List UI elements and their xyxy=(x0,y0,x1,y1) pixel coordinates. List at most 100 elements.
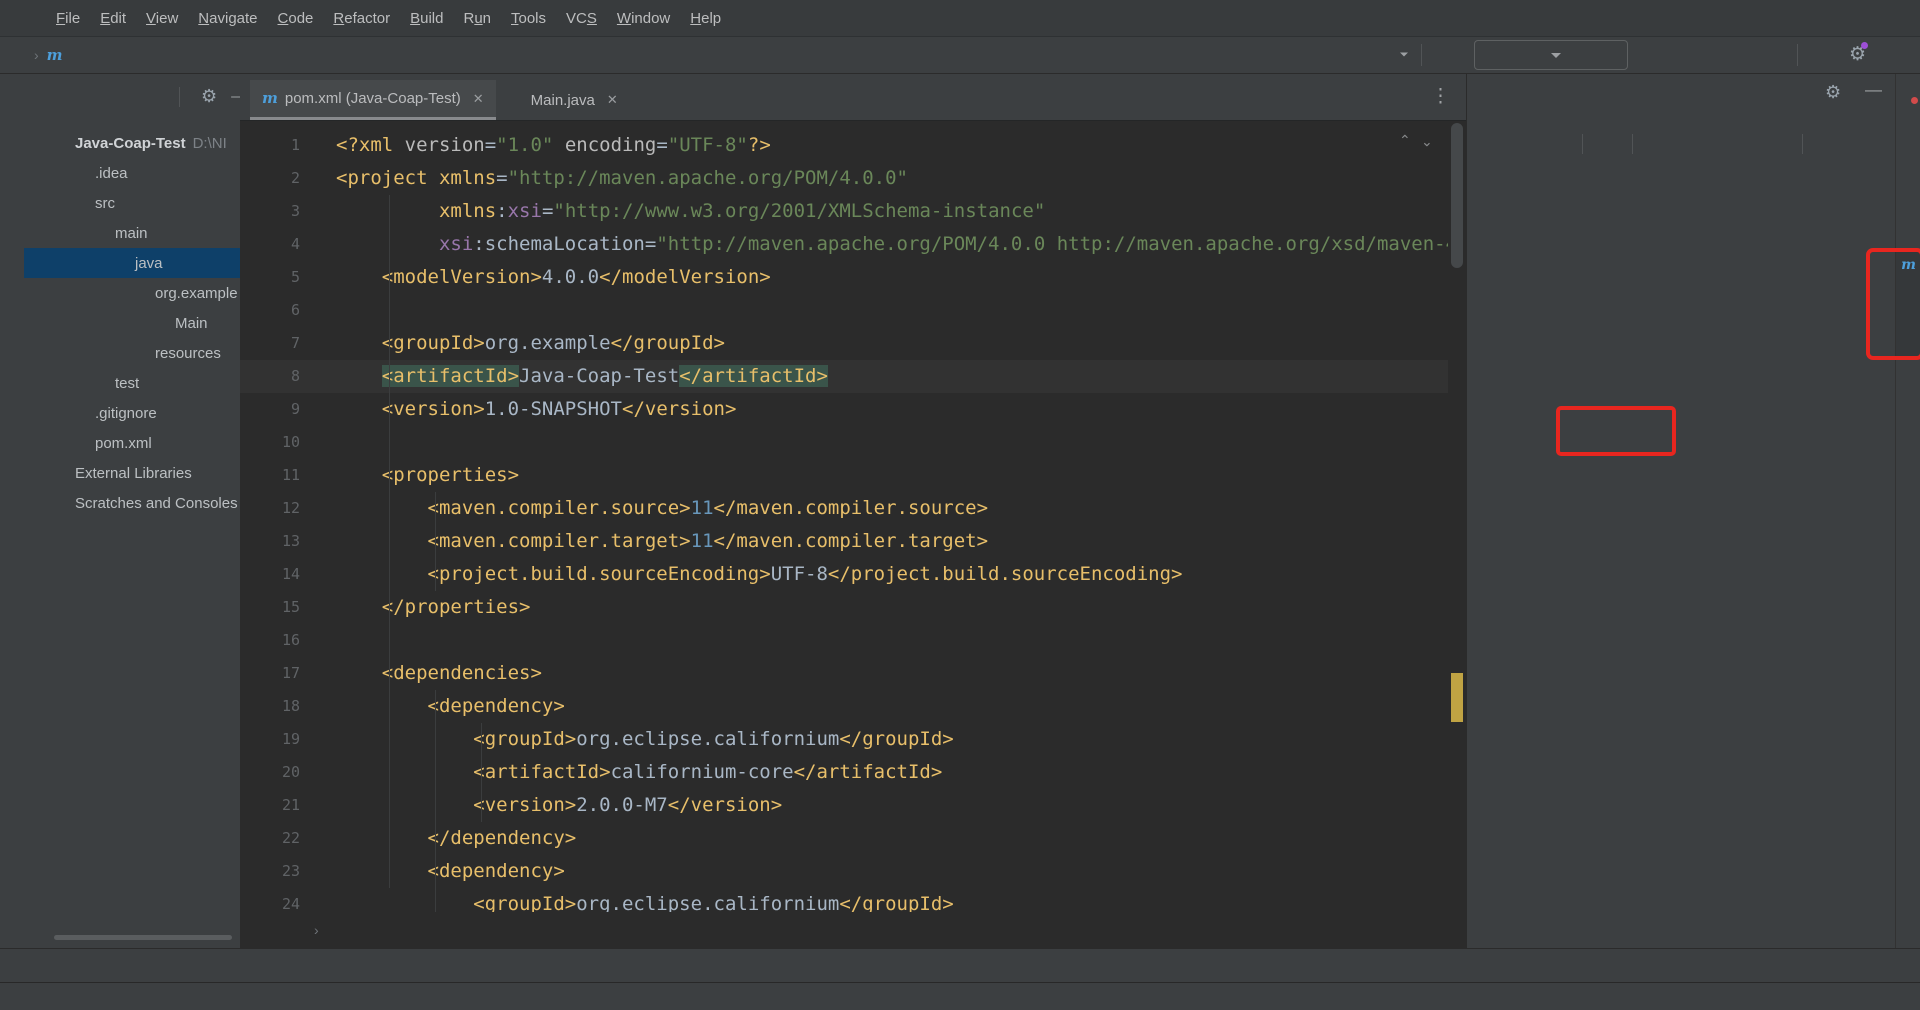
more-tabs-icon[interactable]: ⋮ xyxy=(1431,85,1450,108)
reload-icon[interactable] xyxy=(1485,135,1503,153)
debug-button[interactable] xyxy=(1684,45,1702,68)
tree-item--gitignore[interactable]: .gitignore xyxy=(24,398,240,428)
tree-item-org-example[interactable]: org.example xyxy=(24,278,240,308)
fold-gutter[interactable] xyxy=(312,657,336,690)
menu-view[interactable]: View xyxy=(136,10,188,27)
code-line-15[interactable]: 15 </properties> xyxy=(240,591,1448,624)
hide-panel-button[interactable]: — xyxy=(1865,80,1882,100)
code-line-22[interactable]: 22 </dependency> xyxy=(240,822,1448,855)
tree-item-java[interactable]: java xyxy=(24,248,240,278)
code-line-19[interactable]: 19 <groupId>org.eclipse.californium</gro… xyxy=(240,723,1448,756)
horizontal-scrollbar[interactable] xyxy=(54,935,232,940)
skip-tests-icon[interactable] xyxy=(1705,135,1723,153)
code-line-6[interactable]: 6 xyxy=(240,294,1448,327)
code-line-4[interactable]: 4 xsi:schemaLocation="http://maven.apach… xyxy=(240,228,1448,261)
code-line-16[interactable]: 16 xyxy=(240,624,1448,657)
code-line-21[interactable]: 21 <version>2.0.0-M7</version> xyxy=(240,789,1448,822)
collapse-all2-icon[interactable] xyxy=(1765,135,1783,153)
next-warning-button[interactable]: ⌃ xyxy=(1421,132,1433,149)
tree-item-main[interactable]: main xyxy=(24,218,240,248)
intention-bulb-icon[interactable] xyxy=(392,367,410,385)
menu-file[interactable]: File xyxy=(46,10,90,27)
code-line-13[interactable]: 13 <maven.compiler.target>11</maven.comp… xyxy=(240,525,1448,558)
menu-code[interactable]: Code xyxy=(268,10,324,27)
code-line-20[interactable]: 20 <artifactId>californium-core</artifac… xyxy=(240,756,1448,789)
editor-scrollbar[interactable] xyxy=(1448,120,1466,912)
search-everywhere-button[interactable] xyxy=(1810,45,1828,68)
tool-window-switcher-icon[interactable] xyxy=(26,988,42,1004)
menu-build[interactable]: Build xyxy=(400,10,453,27)
code-line-9[interactable]: 9 <version>1.0-SNAPSHOT</version> xyxy=(240,393,1448,426)
code-editor[interactable]: 1 <?xml version="1.0" encoding="UTF-8"?>… xyxy=(240,120,1448,912)
menu-tools[interactable]: Tools xyxy=(501,10,556,27)
expand-all-icon[interactable] xyxy=(108,88,126,106)
profiler-button[interactable] xyxy=(1723,45,1741,68)
execute-goal-icon[interactable] xyxy=(1675,135,1693,153)
code-line-18[interactable]: 18 <dependency> xyxy=(240,690,1448,723)
prev-warning-button[interactable]: ⌃ xyxy=(1399,132,1411,149)
code-line-14[interactable]: 14 <project.build.sourceEncoding>UTF-8</… xyxy=(240,558,1448,591)
code-line-11[interactable]: 11 <properties> xyxy=(240,459,1448,492)
lock-icon[interactable] xyxy=(1788,987,1804,1003)
settings-button[interactable]: ⚙ xyxy=(1849,45,1866,65)
menu-navigate[interactable]: Navigate xyxy=(188,10,267,27)
maximize-button[interactable] xyxy=(1784,0,1852,36)
warning-stripe-mark[interactable] xyxy=(1451,673,1463,722)
fold-gutter[interactable] xyxy=(312,690,336,723)
opt-square-icon[interactable] xyxy=(44,88,62,106)
fold-gutter[interactable] xyxy=(312,591,336,624)
tree-item-resources[interactable]: resources xyxy=(24,338,240,368)
code-line-8[interactable]: 8 <artifactId>Java-Coap-Test</artifactId… xyxy=(240,360,1448,393)
tree-item-external-libraries[interactable]: External Libraries xyxy=(24,458,240,488)
menu-help[interactable]: Help xyxy=(680,10,731,27)
tree-item-scratches-and-consoles[interactable]: Scratches and Consoles xyxy=(24,488,240,518)
tree-item-src[interactable]: src xyxy=(24,188,240,218)
sidebar-item-project[interactable] xyxy=(0,96,24,114)
minimize-button[interactable] xyxy=(1716,0,1784,36)
tree-item-main[interactable]: Main xyxy=(24,308,240,338)
run-dim-icon[interactable] xyxy=(1645,135,1663,153)
tree-item-pom-xml[interactable]: pom.xml xyxy=(24,428,240,458)
user-account-button[interactable] xyxy=(1378,45,1409,63)
close-tab-icon[interactable]: ✕ xyxy=(607,92,618,108)
tree-item-java-coap-test[interactable]: Java-Coap-TestD:\NI xyxy=(24,128,240,158)
stop-button[interactable] xyxy=(1762,45,1780,68)
sidebar-item-maven[interactable]: m xyxy=(1896,250,1920,360)
code-line-2[interactable]: 2 <project xmlns="http://maven.apache.or… xyxy=(240,162,1448,195)
menu-edit[interactable]: Edit xyxy=(90,10,136,27)
sidebar-item-structure[interactable] xyxy=(0,661,24,679)
gear-icon[interactable]: ⚙ xyxy=(201,88,217,106)
code-line-3[interactable]: 3 xmlns:xsi="http://www.w3.org/2001/XMLS… xyxy=(240,195,1448,228)
code-line-7[interactable]: 7 <groupId>org.example</groupId> xyxy=(240,327,1448,360)
sync-folder-icon[interactable] xyxy=(1515,135,1533,153)
sidebar-item-bookmarks[interactable] xyxy=(0,833,24,851)
gear-icon[interactable]: ⚙ xyxy=(1825,84,1841,102)
menu-run[interactable]: Run xyxy=(453,10,501,27)
fold-gutter[interactable] xyxy=(312,162,336,195)
run-configuration-select[interactable] xyxy=(1474,40,1628,70)
code-line-24[interactable]: 24 <groupId>org.eclipse.californium</gro… xyxy=(240,888,1448,912)
download-icon[interactable] xyxy=(1545,135,1563,153)
menu-vcs[interactable]: VCS xyxy=(556,10,607,27)
menu-refactor[interactable]: Refactor xyxy=(323,10,400,27)
tab-main.java[interactable]: Main.java ✕ xyxy=(496,80,630,120)
tree-item--idea[interactable]: .idea xyxy=(24,158,240,188)
run-button[interactable] xyxy=(1645,45,1663,68)
menu-window[interactable]: Window xyxy=(607,10,680,27)
more-icon[interactable] xyxy=(1815,135,1833,153)
offline-icon[interactable] xyxy=(1735,135,1753,153)
ide-feature-button[interactable] xyxy=(1889,45,1907,68)
warning-count[interactable] xyxy=(1368,133,1389,149)
code-line-5[interactable]: 5 <modelVersion>4.0.0</modelVersion> xyxy=(240,261,1448,294)
locate-icon[interactable] xyxy=(76,88,94,106)
close-button[interactable] xyxy=(1852,0,1920,36)
fold-gutter[interactable] xyxy=(312,822,336,855)
fold-gutter[interactable] xyxy=(312,459,336,492)
scrollbar-thumb[interactable] xyxy=(1451,123,1463,268)
code-line-17[interactable]: 17 <dependencies> xyxy=(240,657,1448,690)
code-line-1[interactable]: 1 <?xml version="1.0" encoding="UTF-8"?> xyxy=(240,129,1448,162)
code-line-12[interactable]: 12 <maven.compiler.source>11</maven.comp… xyxy=(240,492,1448,525)
notifications-bell-button[interactable] xyxy=(1899,98,1917,116)
code-line-23[interactable]: 23 <dependency> xyxy=(240,855,1448,888)
tree-item-test[interactable]: test xyxy=(24,368,240,398)
